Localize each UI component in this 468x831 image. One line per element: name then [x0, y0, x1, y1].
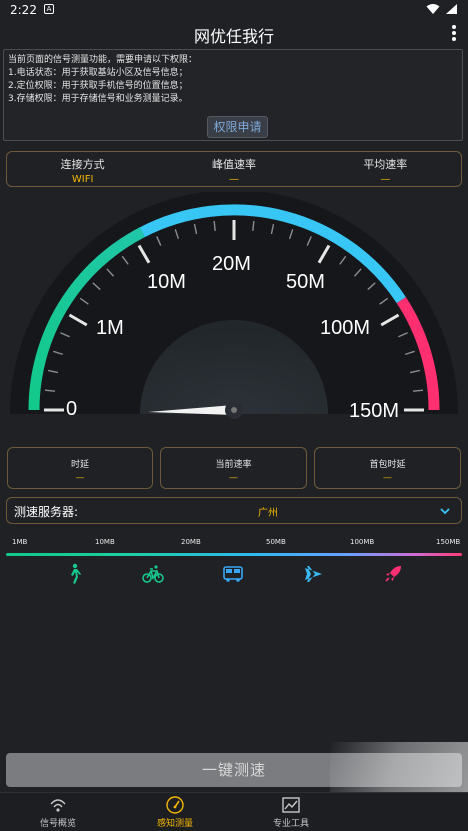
permission-line: 2.定位权限：用于获取手机信号的位置信息； — [8, 81, 188, 91]
speed-gauge: 0 1M 10M 20M 50M 100M 150M — [0, 190, 468, 442]
metric-value: — — [75, 473, 85, 483]
status-icons — [426, 3, 458, 15]
notification-a-icon: A — [44, 4, 54, 14]
request-permission-button[interactable]: 权限申请 — [207, 116, 268, 138]
metric-value: — — [383, 473, 392, 483]
gauge-label-20m: 20M — [212, 253, 251, 275]
app-bar: 网优任我行 — [0, 20, 468, 48]
metric-latency: 时延 — — [7, 447, 153, 489]
signal-icon — [50, 799, 66, 812]
walk-icon — [71, 563, 81, 584]
stat-connection-type: 连接方式 WIFI — [7, 152, 158, 186]
stat-label: 连接方式 — [60, 158, 105, 171]
gauge-svg: 0 1M 10M 20M 50M 100M 150M — [10, 190, 458, 422]
rocket-icon — [385, 566, 401, 582]
battery-icon — [446, 4, 457, 14]
permission-line: 1.电话状态：用于获取基站小区及信号信息； — [8, 68, 188, 78]
metric-label: 首包时延 — [369, 460, 406, 470]
stat-label: 平均速率 — [363, 158, 408, 171]
more-menu-icon[interactable] — [450, 24, 458, 42]
start-speed-test-button[interactable]: 一键测速 — [6, 753, 462, 787]
bus-icon — [223, 566, 243, 582]
scale-label: 10MB — [95, 538, 115, 546]
nav-label: 专业工具 — [272, 819, 309, 829]
permission-line: 当前页面的信号测量功能，需要申请以下权限： — [8, 55, 198, 65]
gauge-label-1m: 1M — [96, 317, 124, 339]
bottom-navigation: 信号概览 感知测量 专业工具 — [0, 792, 468, 831]
permission-notice: 当前页面的信号测量功能，需要申请以下权限： 1.电话状态：用于获取基站小区及信号… — [3, 49, 463, 141]
nav-item-perception-measurement[interactable]: 感知测量 — [130, 796, 220, 829]
speed-scale-labels: 1MB 10MB 20MB 50MB 100MB 150MB — [0, 538, 468, 548]
chevron-down-icon — [440, 508, 450, 515]
airplane-icon — [305, 566, 322, 582]
nav-item-professional-tools[interactable]: 专业工具 — [246, 796, 336, 829]
speed-scale-bar — [6, 553, 462, 556]
status-time: 2:22 — [10, 3, 37, 17]
metric-label: 时延 — [70, 460, 89, 470]
gauge-label-50m: 50M — [286, 271, 325, 293]
stat-label: 峰值速率 — [211, 158, 256, 171]
stat-value: WIFI — [71, 174, 94, 185]
bicycle-icon — [142, 565, 164, 583]
scale-label: 20MB — [181, 538, 201, 546]
speedometer-icon — [166, 796, 184, 814]
nav-item-signal-overview[interactable]: 信号概览 — [13, 796, 103, 829]
status-bar: 2:22 A — [0, 0, 468, 20]
metric-current-rate: 当前速率 — — [160, 447, 307, 489]
nav-label: 感知测量 — [156, 819, 193, 829]
page-title: 网优任我行 — [193, 27, 274, 46]
stat-average-rate: 平均速率 — — [310, 152, 461, 186]
scale-label: 150MB — [436, 538, 461, 546]
scale-label: 50MB — [266, 538, 286, 546]
nav-label: 信号概览 — [39, 819, 76, 829]
stat-peak-rate: 峰值速率 — — [158, 152, 309, 186]
scale-label: 1MB — [12, 538, 28, 546]
gauge-label-0: 0 — [66, 398, 77, 420]
connection-stats: 连接方式 WIFI 峰值速率 — 平均速率 — — [6, 151, 462, 187]
metric-first-packet: 首包时延 — — [314, 447, 461, 489]
server-label: 测速服务器: — [14, 505, 79, 519]
stat-value: — — [228, 174, 239, 185]
permission-line: 3.存储权限：用于存储信号和业务测量记录。 — [8, 94, 188, 104]
server-value: 广州 — [258, 508, 278, 519]
scale-label: 100MB — [350, 538, 375, 546]
wifi-icon — [426, 4, 440, 14]
gauge-label-10m: 10M — [147, 271, 186, 293]
metric-value: — — [229, 473, 238, 483]
server-select[interactable]: 测速服务器: 广州 — [6, 497, 462, 524]
chart-icon — [282, 797, 300, 813]
gauge-label-100m: 100M — [320, 317, 370, 339]
stat-value: — — [380, 174, 391, 185]
metric-label: 当前速率 — [215, 460, 252, 470]
gauge-label-150m: 150M — [349, 400, 399, 422]
